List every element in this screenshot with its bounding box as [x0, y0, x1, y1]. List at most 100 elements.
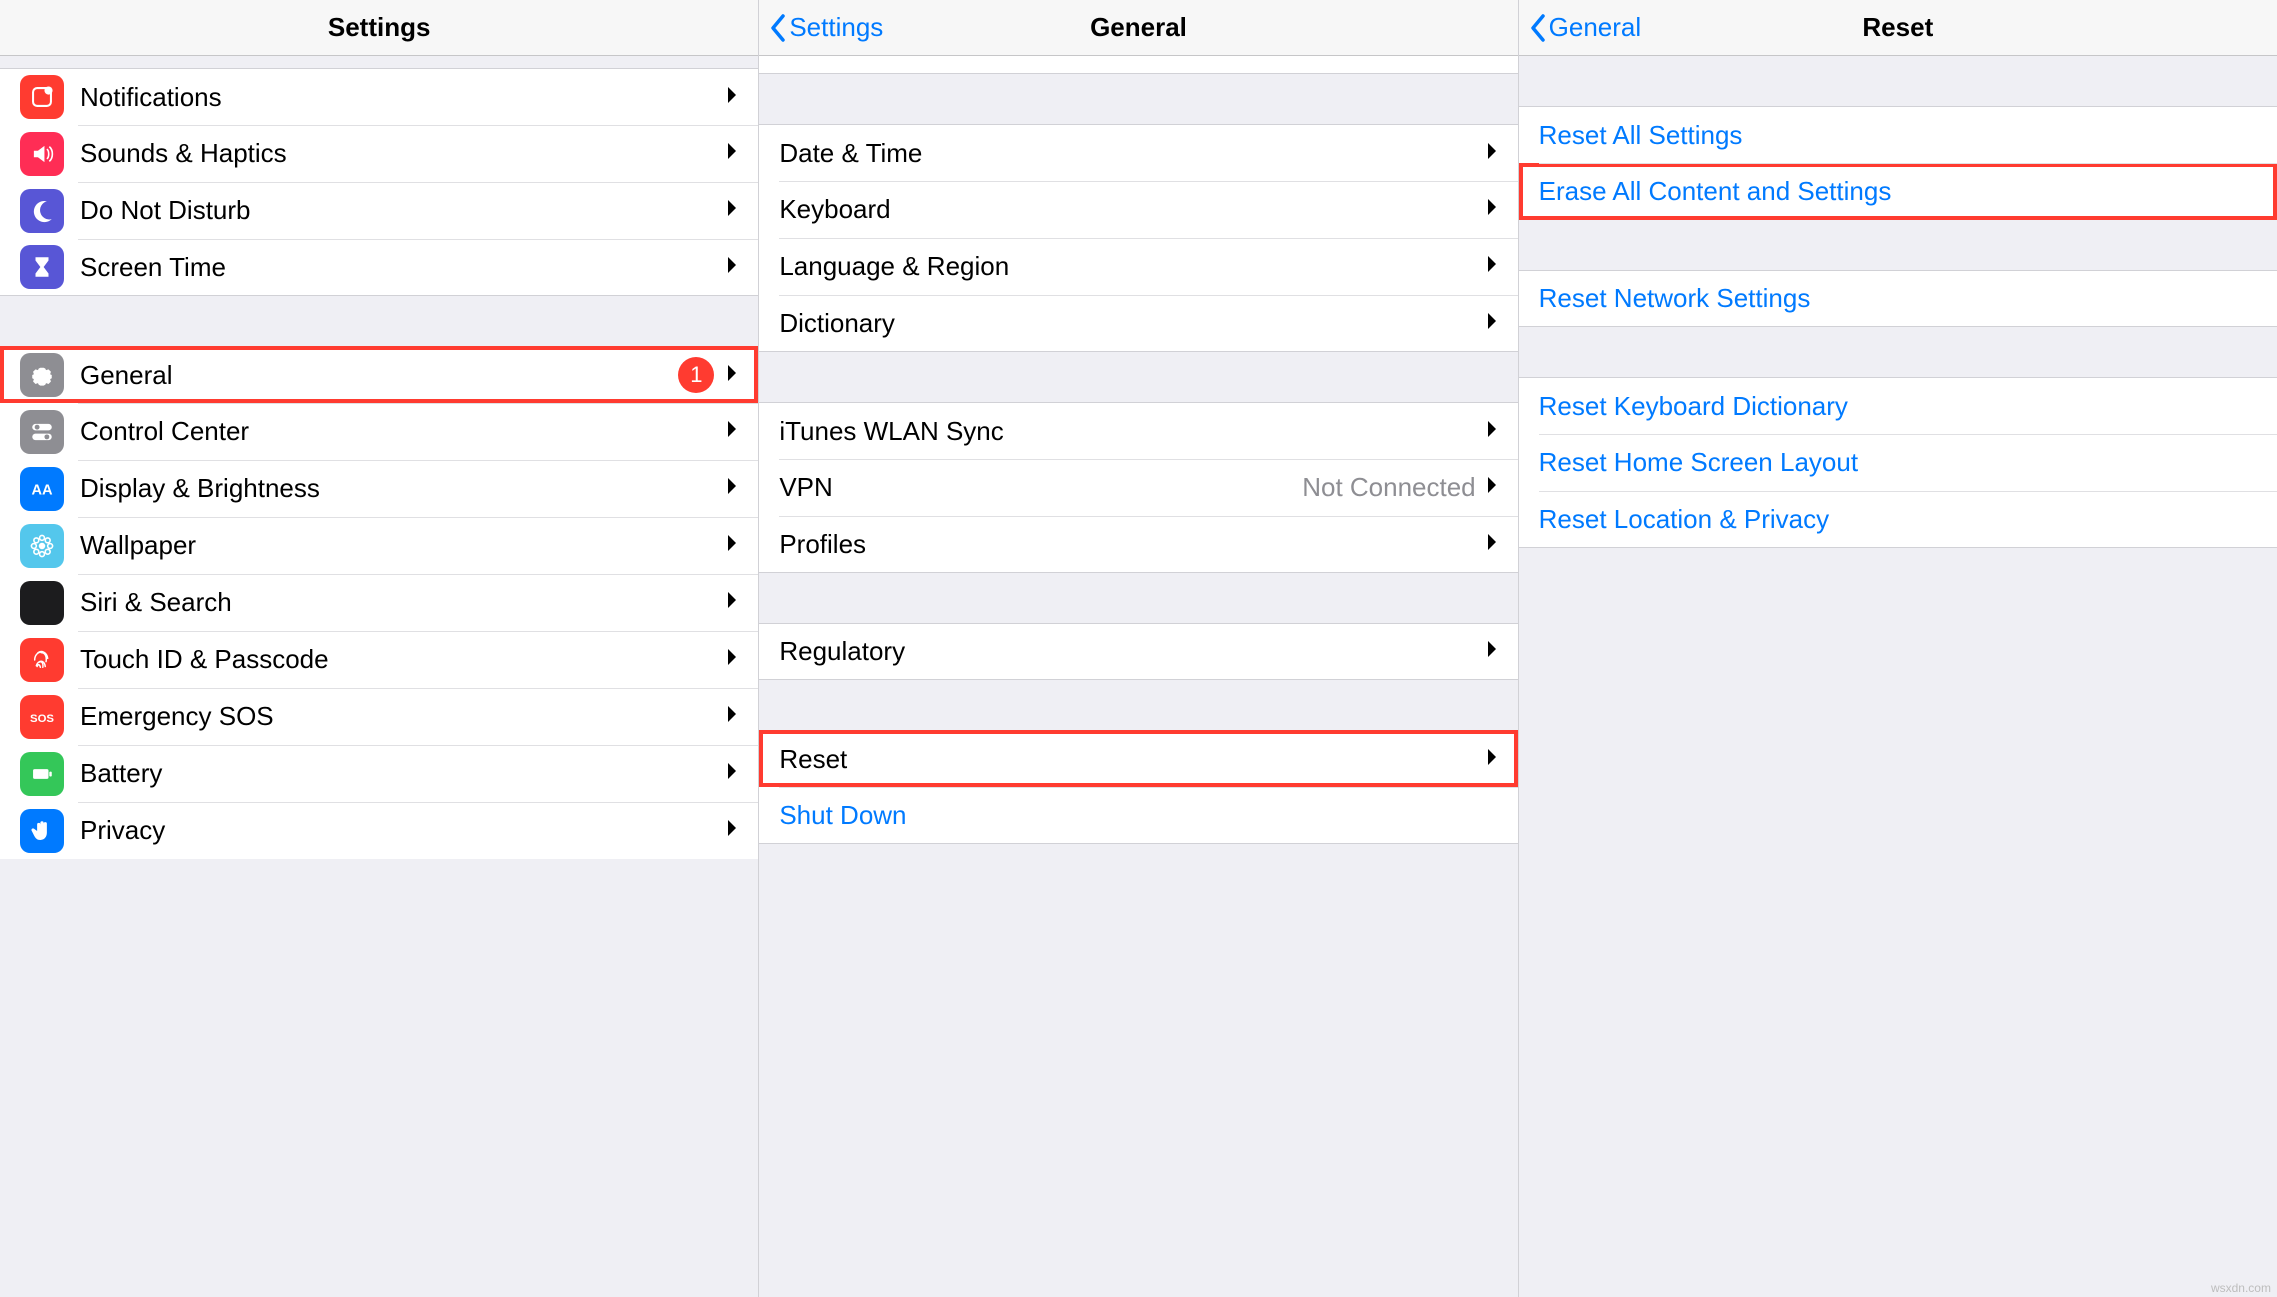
cell-value: Not Connected [1302, 472, 1475, 503]
cell-reset-keyboard-dictionary[interactable]: Reset Keyboard Dictionary [1519, 377, 2277, 434]
cell-reset-location-privacy[interactable]: Reset Location & Privacy [1519, 491, 2277, 548]
cell-label: iTunes WLAN Sync [779, 416, 1485, 447]
cell-label: VPN [779, 472, 1302, 503]
chevron-right-icon [726, 818, 738, 843]
cell-privacy[interactable]: Privacy [0, 802, 758, 859]
cell-battery[interactable]: Battery [0, 745, 758, 802]
page-title: General [1090, 12, 1187, 43]
cell-sounds-haptics[interactable]: Sounds & Haptics [0, 125, 758, 182]
cell-label: Display & Brightness [80, 473, 726, 504]
cell-label: Language & Region [779, 251, 1485, 282]
watermark: wsxdn.com [2211, 1281, 2271, 1295]
display-icon [20, 467, 64, 511]
back-label: Settings [789, 12, 883, 43]
cell-label: Privacy [80, 815, 726, 846]
cell-screen-time[interactable]: Screen Time [0, 239, 758, 296]
cell-control-center[interactable]: Control Center [0, 403, 758, 460]
settings-panel: Settings Notifications Sounds & Haptics … [0, 0, 758, 1297]
siri-icon [20, 581, 64, 625]
cell-reset-all-settings[interactable]: Reset All Settings [1519, 106, 2277, 163]
page-title: Reset [1862, 12, 1933, 43]
cell-label: Erase All Content and Settings [1539, 176, 2257, 207]
cell-label: Reset All Settings [1539, 120, 2257, 151]
cell-notifications[interactable]: Notifications [0, 68, 758, 125]
cell-label: Battery [80, 758, 726, 789]
chevron-right-icon [726, 704, 738, 729]
reset-panel: General Reset Reset All Settings Erase A… [1518, 0, 2277, 1297]
fingerprint-icon [20, 638, 64, 682]
chevron-right-icon [1486, 532, 1498, 557]
hourglass-icon [20, 245, 64, 289]
cell-siri-search[interactable]: Siri & Search [0, 574, 758, 631]
back-button[interactable]: Settings [769, 12, 883, 43]
cell-language-region[interactable]: Language & Region [759, 238, 1517, 295]
chevron-right-icon [726, 141, 738, 166]
back-button[interactable]: General [1529, 12, 1642, 43]
cell-label: Do Not Disturb [80, 195, 726, 226]
chevron-right-icon [1486, 475, 1498, 500]
page-title: Settings [328, 12, 431, 43]
chevron-right-icon [726, 533, 738, 558]
cell-date-time[interactable]: Date & Time [759, 124, 1517, 181]
cell-label: Date & Time [779, 138, 1485, 169]
three-panel-layout: Settings Notifications Sounds & Haptics … [0, 0, 2277, 1297]
sos-icon [20, 695, 64, 739]
cell-reset-home-screen-layout[interactable]: Reset Home Screen Layout [1519, 434, 2277, 491]
header-reset: General Reset [1519, 0, 2277, 56]
notifications-icon [20, 75, 64, 119]
cell-label: Keyboard [779, 194, 1485, 225]
cell-vpn[interactable]: VPNNot Connected [759, 459, 1517, 516]
cell-wallpaper[interactable]: Wallpaper [0, 517, 758, 574]
chevron-right-icon [1486, 639, 1498, 664]
chevron-right-icon [726, 476, 738, 501]
chevron-right-icon [726, 590, 738, 615]
cell-label: Touch ID & Passcode [80, 644, 726, 675]
chevron-right-icon [726, 419, 738, 444]
cell-emergency-sos[interactable]: Emergency SOS [0, 688, 758, 745]
cell-label: Reset Home Screen Layout [1539, 447, 2257, 478]
chevron-right-icon [1486, 254, 1498, 279]
cell-label: Dictionary [779, 308, 1485, 339]
cell-label: Reset Network Settings [1539, 283, 2257, 314]
cell-keyboard[interactable]: Keyboard [759, 181, 1517, 238]
general-panel: Settings General Date & Time Keyboard La… [758, 0, 1517, 1297]
cell-general[interactable]: General 1 [0, 346, 758, 403]
gear-icon [20, 353, 64, 397]
cell-erase-all-content[interactable]: Erase All Content and Settings [1519, 163, 2277, 220]
cell-profiles[interactable]: Profiles [759, 516, 1517, 573]
flower-icon [20, 524, 64, 568]
cell-label: Sounds & Haptics [80, 138, 726, 169]
chevron-right-icon [726, 363, 738, 388]
cell-label: Notifications [80, 82, 726, 113]
battery-icon [20, 752, 64, 796]
cell-reset-network-settings[interactable]: Reset Network Settings [1519, 270, 2277, 327]
cell-display-brightness[interactable]: Display & Brightness [0, 460, 758, 517]
cell-itunes-wlan-sync[interactable]: iTunes WLAN Sync [759, 402, 1517, 459]
cell-dictionary[interactable]: Dictionary [759, 295, 1517, 352]
cell-label: Wallpaper [80, 530, 726, 561]
chevron-right-icon [1486, 311, 1498, 336]
chevron-right-icon [726, 647, 738, 672]
cell-touch-id-passcode[interactable]: Touch ID & Passcode [0, 631, 758, 688]
cell-label: Reset [779, 744, 1485, 775]
cell-label: General [80, 360, 678, 391]
hand-icon [20, 809, 64, 853]
back-label: General [1549, 12, 1642, 43]
cell-shut-down[interactable]: Shut Down [759, 787, 1517, 844]
chevron-right-icon [1486, 419, 1498, 444]
chevron-right-icon [1486, 747, 1498, 772]
cell-do-not-disturb[interactable]: Do Not Disturb [0, 182, 758, 239]
chevron-right-icon [726, 255, 738, 280]
cell-regulatory[interactable]: Regulatory [759, 623, 1517, 680]
cell-reset[interactable]: Reset [759, 730, 1517, 787]
toggles-icon [20, 410, 64, 454]
chevron-right-icon [726, 198, 738, 223]
cell-label: Control Center [80, 416, 726, 447]
cell-label: Emergency SOS [80, 701, 726, 732]
cell-label: Reset Location & Privacy [1539, 504, 2257, 535]
cell-label: Siri & Search [80, 587, 726, 618]
header-settings: Settings [0, 0, 758, 56]
chevron-right-icon [726, 761, 738, 786]
badge-count: 1 [678, 357, 714, 393]
cell-label: Reset Keyboard Dictionary [1539, 391, 2257, 422]
